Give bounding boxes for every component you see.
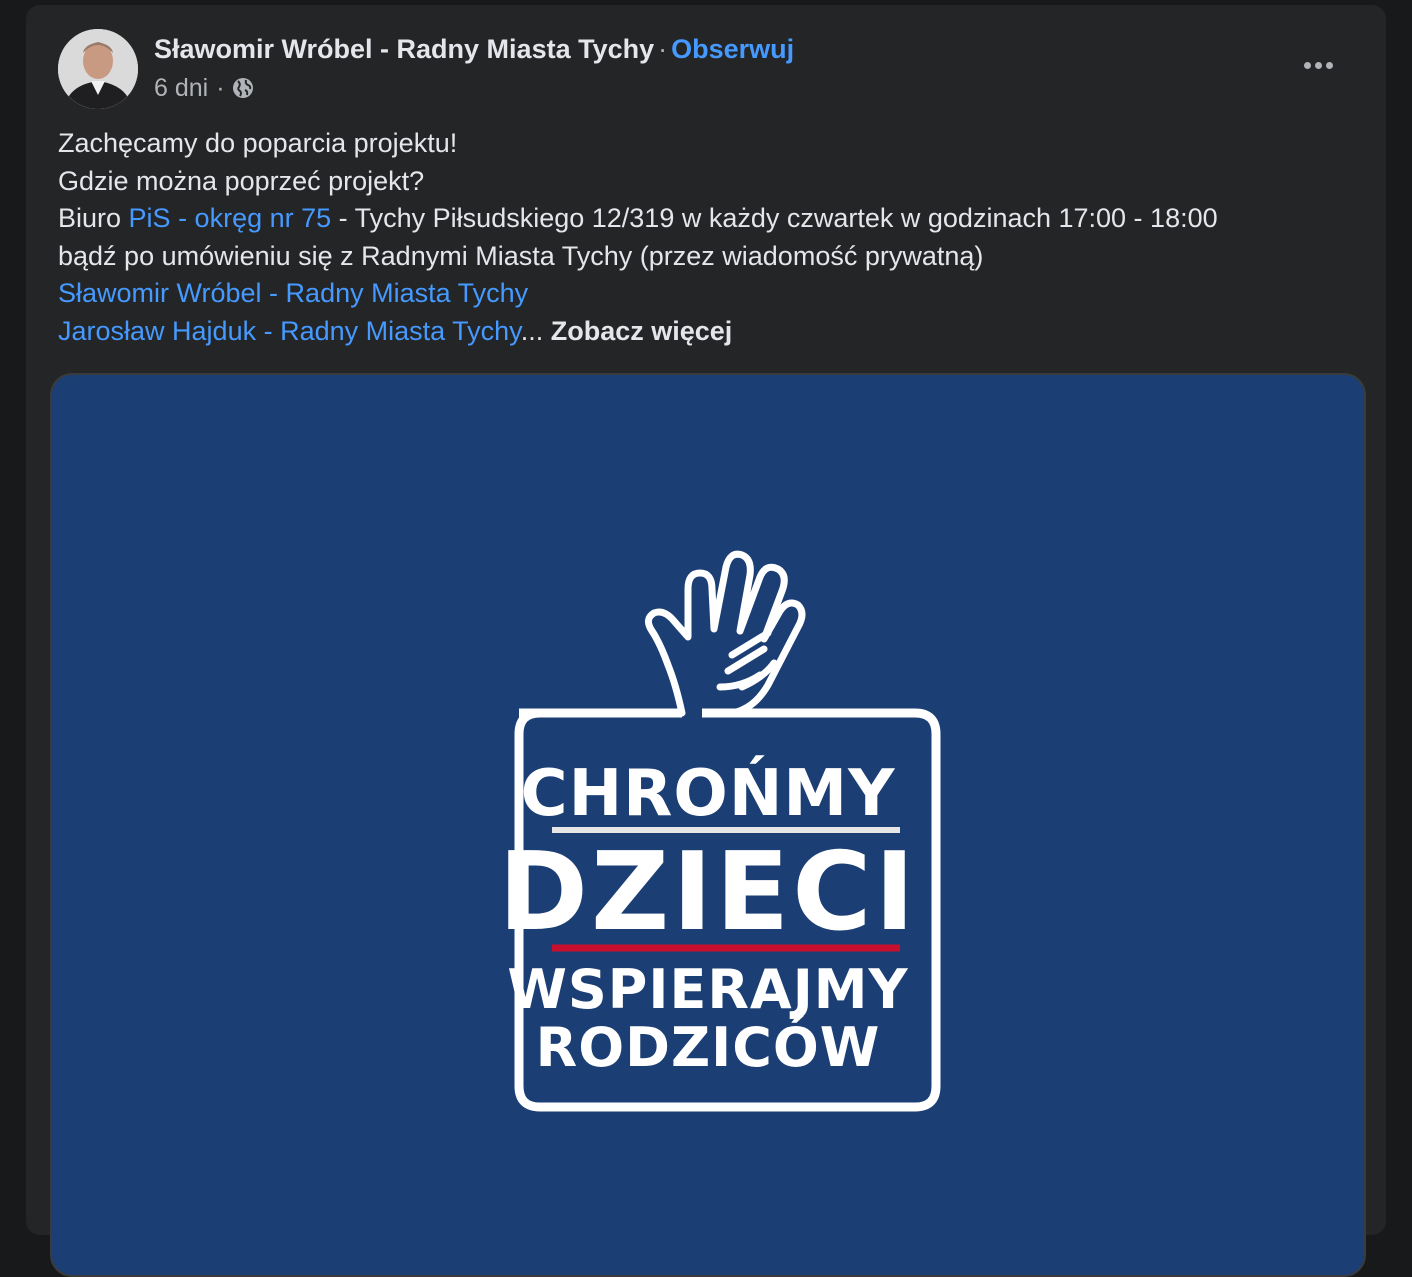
avatar-photo <box>58 29 138 109</box>
logo-text-line4: RODZICÓW <box>535 1016 881 1079</box>
post-time[interactable]: 6 dni <box>154 72 208 104</box>
author-name[interactable]: Sławomir Wróbel - Radny Miasta Tychy <box>154 34 654 64</box>
post-text-line: Zachęcamy do poparcia projektu! <box>58 128 458 158</box>
office-address: - Tychy Piłsudskiego 12/319 w każdy czwa… <box>331 203 1218 233</box>
more-options-button[interactable] <box>1294 47 1342 83</box>
see-more-button[interactable]: Zobacz więcej <box>551 316 733 346</box>
post-meta: 6 dni · <box>154 72 255 104</box>
post-text-line: Gdzie można poprzeć projekt? <box>58 165 425 196</box>
post-header: Sławomir Wróbel - Radny Miasta Tychy · Obs… <box>154 32 794 66</box>
logo-text-line1: CHROŃMY <box>520 757 896 831</box>
ellipsis: ... <box>520 315 544 346</box>
post-text-line: Biuro PiS - okręg nr 75 - Tychy Piłsudsk… <box>58 200 1358 238</box>
office-link[interactable]: PiS - okręg nr 75 <box>129 203 332 233</box>
post-text-line: bądź po umówieniu się z Radnymi Miasta T… <box>58 240 984 271</box>
post-text: Zachęcamy do poparcia projektu! Gdzie mo… <box>58 125 1358 350</box>
follow-button[interactable]: Obserwuj <box>671 34 794 64</box>
globe-icon[interactable] <box>231 76 255 100</box>
logo-text-line3: WSPIERAJMY <box>507 958 909 1021</box>
author-avatar[interactable] <box>58 29 138 109</box>
post-card: Sławomir Wróbel - Radny Miasta Tychy · Obs… <box>26 5 1386 1277</box>
post-image[interactable]: CHROŃMY DZIECI WSPIERAJMY RODZICÓW <box>50 373 1366 1277</box>
office-label: Biuro <box>58 203 129 233</box>
hands-icon <box>645 550 806 717</box>
post-text-line: Sławomir Wróbel - Radny Miasta Tychy <box>58 275 1358 313</box>
header-separator: · <box>658 34 668 64</box>
mention-link[interactable]: Sławomir Wróbel - Radny Miasta Tychy <box>58 278 528 308</box>
mention-link[interactable]: Jarosław Hajduk - Radny Miasta Tychy <box>58 316 521 346</box>
logo-text-line2: DZIECI <box>498 830 918 955</box>
more-options-icon <box>1303 61 1311 69</box>
post-text-line: Jarosław Hajduk - Radny Miasta Tychy... … <box>58 313 1358 351</box>
meta-separator: · <box>216 74 225 102</box>
